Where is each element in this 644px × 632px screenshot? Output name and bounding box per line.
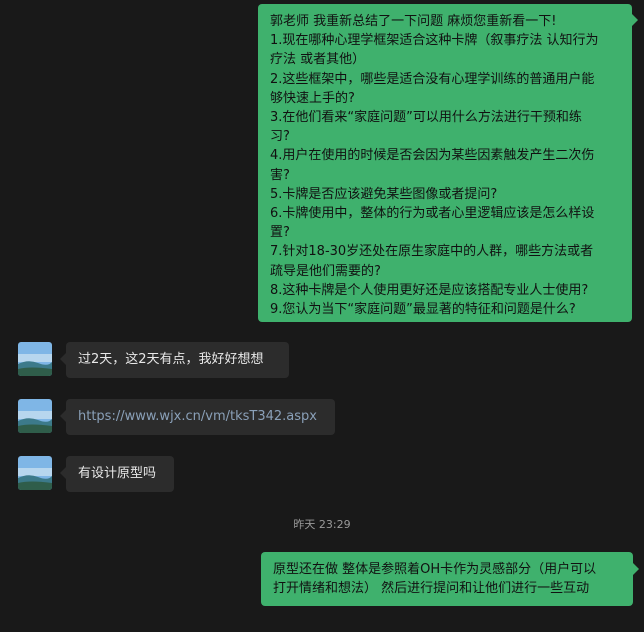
message-line: 3.在他们看来“家庭问题”可以用什么方法进行干预和练 [270, 110, 582, 126]
message-line: 郭老师 我重新总结了一下问题 麻烦您重新看一下! [270, 14, 557, 29]
incoming-message-4[interactable]: 有设计原型吗 [66, 456, 174, 492]
message-line: 习? [270, 129, 290, 145]
message-line: 4.用户在使用的时候是否会因为某些因素触发产生二次伤 [270, 148, 595, 164]
incoming-message-2[interactable]: 过2天，这2天有点，我好好想想 [66, 342, 289, 378]
incoming-message-3[interactable]: https://www.wjx.cn/vm/tksT342.aspx [66, 399, 335, 435]
outgoing-message-5[interactable]: 原型还在做 整体是参照着OH卡作为灵感部分（用户可以 打开情绪和想法） 然后进行… [261, 552, 633, 606]
contact-avatar-icon[interactable] [18, 342, 52, 376]
contact-avatar-icon[interactable] [18, 456, 52, 490]
landscape-avatar-icon [18, 399, 52, 433]
message-line: 2.这些框架中，哪些是适合没有心理学训练的普通用户能 [270, 71, 595, 87]
message-text: 有设计原型吗 [78, 466, 157, 481]
message-line: 8.这种卡牌是个人使用更好还是应该搭配专业人士使用? [270, 282, 589, 298]
bubble-tail [633, 563, 639, 575]
message-line: 疗法 或者其他） [270, 52, 366, 68]
message-line: 原型还在做 整体是参照着OH卡作为灵感部分（用户可以 [273, 562, 597, 577]
message-timestamp: 昨天 23:29 [293, 518, 351, 531]
message-line: 5.卡牌是否应该避免某些图像或者提问? [270, 186, 498, 202]
message-line: 打开情绪和想法） 然后进行提问和让他们进行一些互动 [273, 581, 590, 597]
outgoing-message-1[interactable]: 郭老师 我重新总结了一下问题 麻烦您重新看一下! 1.现在哪种心理学框架适合这种… [258, 4, 632, 322]
message-line: 7.针对18-30岁还处在原生家庭中的人群，哪些方法或者 [270, 244, 594, 260]
landscape-avatar-icon [18, 342, 52, 376]
message-line: 9.您认为当下“家庭问题”最显著的特征和问题是什么? [270, 302, 576, 318]
message-line: 够快速上手的? [270, 90, 355, 106]
message-line: 置? [270, 225, 290, 241]
message-line: 1.现在哪种心理学框架适合这种卡牌（叙事疗法 认知行为 [270, 33, 599, 49]
message-link[interactable]: https://www.wjx.cn/vm/tksT342.aspx [78, 407, 323, 426]
message-line: 6.卡牌使用中，整体的行为或者心里逻辑应该是怎么样设 [270, 206, 595, 222]
message-line: 害? [270, 167, 290, 183]
bubble-tail [632, 14, 638, 26]
landscape-avatar-icon [18, 456, 52, 490]
message-text: 过2天，这2天有点，我好好想想 [78, 352, 264, 367]
contact-avatar-icon[interactable] [18, 399, 52, 433]
message-line: 疏导是他们需要的? [270, 263, 381, 279]
